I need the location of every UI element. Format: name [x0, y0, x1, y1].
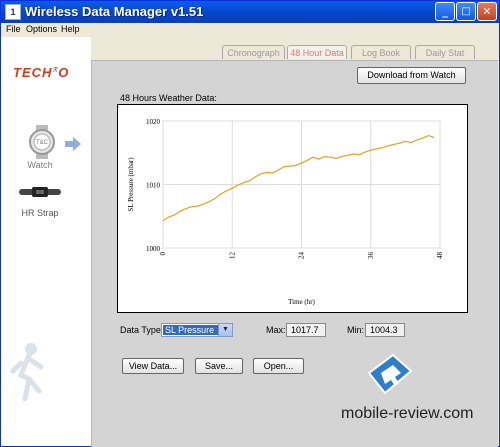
save-button[interactable]: Save... [195, 358, 243, 374]
x-axis-label: Time (hr) [288, 298, 315, 306]
runner-image [10, 343, 44, 401]
chart-heading: 48 Hours Weather Data: [120, 93, 217, 103]
chevron-down-icon[interactable]: ▼ [218, 324, 232, 336]
tab-daily-stat[interactable]: Daily Stat [415, 45, 475, 59]
title-bar[interactable]: 1 Wireless Data Manager v1.51 _ □ ✕ [1, 1, 499, 23]
max-label: Max: [266, 325, 286, 335]
watch-label[interactable]: Watch [1, 160, 79, 170]
mobile-review-logo [367, 353, 413, 395]
hr-strap-label[interactable]: HR Strap [1, 208, 79, 218]
x-tick-label: 48 [436, 252, 444, 260]
watermark-text: mobile-review.com [341, 405, 474, 422]
tab-48-hour-data[interactable]: 48 Hour Data [287, 45, 347, 59]
x-tick-label: 24 [298, 252, 306, 260]
download-from-watch-button[interactable]: Download from Watch [357, 67, 466, 84]
window-title: Wireless Data Manager v1.51 [25, 4, 204, 19]
techo-logo: TECHℛO [13, 65, 69, 80]
data-type-value: SL Pressure [163, 325, 219, 335]
pressure-chart: 0 12 24 36 48 1000 1010 1020 Time (hr) SL Pressur… [117, 104, 468, 313]
menu-bar: File Options Help [1, 23, 499, 37]
app-window: 1 Wireless Data Manager v1.51 _ □ ✕ File… [0, 0, 500, 447]
logo-o: O [58, 65, 70, 80]
min-label: Min: [347, 325, 365, 335]
svg-text:T&C: T&C [36, 140, 49, 146]
pressure-chart-svg: 0 12 24 36 48 1000 1010 1020 Time (hr) SL Pressur… [127, 118, 444, 306]
view-data-button[interactable]: View Data... [122, 358, 184, 374]
y-tick-label: 1020 [146, 118, 161, 126]
data-type-select[interactable]: SL Pressure ▼ [161, 323, 233, 337]
x-tick-label: 0 [159, 252, 167, 256]
arrow-right-icon [65, 137, 81, 151]
menu-file[interactable]: File [6, 24, 21, 34]
minimize-button[interactable]: _ [435, 2, 455, 21]
max-value-field: 1017.7 [286, 323, 326, 337]
y-axis-label: SL Pressure (mbar) [127, 157, 135, 212]
open-button[interactable]: Open... [253, 358, 304, 374]
watch-icon[interactable]: T&C [25, 125, 59, 159]
tab-log-book[interactable]: Log Book [351, 45, 411, 59]
y-tick-label: 1000 [146, 245, 161, 253]
x-tick-label: 36 [367, 252, 375, 260]
y-tick-label: 1010 [146, 182, 161, 190]
menu-options[interactable]: Options [26, 24, 57, 34]
menu-help[interactable]: Help [61, 24, 80, 34]
data-type-label: Data Type: [120, 325, 164, 335]
hr-strap-icon[interactable] [19, 187, 61, 197]
close-button[interactable]: ✕ [477, 2, 497, 21]
x-tick-label: 12 [228, 252, 236, 260]
app-icon[interactable]: 1 [5, 4, 21, 20]
min-value-field: 1004.3 [365, 323, 405, 337]
logo-text: TECH [13, 65, 53, 80]
maximize-button[interactable]: □ [456, 2, 476, 21]
tab-chronograph[interactable]: Chronograph [222, 45, 285, 59]
